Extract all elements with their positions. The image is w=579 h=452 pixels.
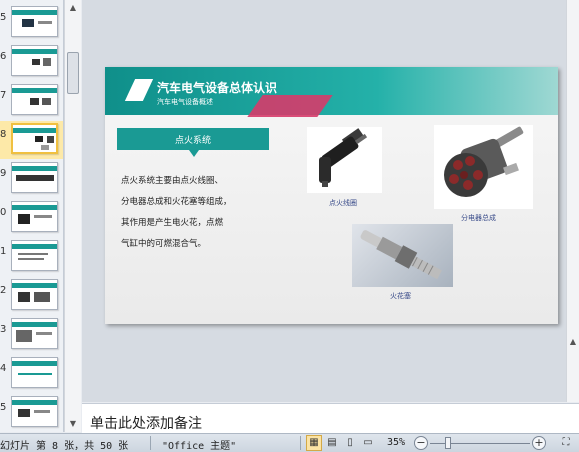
spark-plug-image[interactable] <box>352 224 453 287</box>
body-line: 气缸中的可燃混合气。 <box>121 239 207 249</box>
thumbnail-image <box>11 45 58 76</box>
scroll-up-icon[interactable]: ▲ <box>67 2 79 14</box>
slide-subtitle[interactable]: 汽车电气设备概述 <box>157 97 213 107</box>
thumbnail-slide-10[interactable]: 0 <box>0 199 63 237</box>
thumbnail-number: 7 <box>0 90 7 101</box>
thumbnail-image <box>11 6 58 37</box>
status-bar: 幻灯片 第 8 张，共 50 张 "Office 主题" ▦ ▤ ▯ ▭ 35%… <box>0 433 579 452</box>
thumbnail-image <box>11 123 58 154</box>
fit-to-window-icon[interactable]: ⛶ <box>558 435 574 451</box>
thumbnail-slide-6[interactable]: 6 <box>0 43 63 81</box>
ignition-coil-image[interactable] <box>307 127 382 193</box>
section-pointer-shape <box>189 150 199 157</box>
thumbnail-image <box>11 201 58 232</box>
thumbnail-number: 5 <box>0 402 7 413</box>
notes-pane[interactable]: 单击此处添加备注 <box>82 403 579 433</box>
thumbnail-image <box>11 240 58 271</box>
ignition-coil-caption: 点火线圈 <box>329 199 357 207</box>
slide-thumbnail-pane: 5 6 7 8 9 0 1 2 3 4 5 <box>0 0 64 432</box>
thumbnail-slide-14[interactable]: 4 <box>0 355 63 393</box>
thumbnail-number: 4 <box>0 363 7 374</box>
status-divider <box>150 436 151 450</box>
zoom-in-icon[interactable]: + <box>532 436 546 450</box>
thumbnail-slide-12[interactable]: 2 <box>0 277 63 315</box>
thumbnail-slide-13[interactable]: 3 <box>0 316 63 354</box>
thumbnail-image <box>11 396 58 427</box>
section-label: 点火系统 <box>174 136 211 146</box>
section-header-box[interactable]: 点火系统 <box>117 128 269 150</box>
thumbnail-image <box>11 162 58 193</box>
thumbnail-image <box>11 318 58 349</box>
theme-name[interactable]: "Office 主题" <box>162 437 236 452</box>
reading-view-icon[interactable]: ▯ <box>342 435 358 451</box>
slide-sorter-icon[interactable]: ▤ <box>324 435 340 451</box>
thumbnail-slide-9[interactable]: 9 <box>0 160 63 198</box>
thumbnail-number: 0 <box>0 207 7 218</box>
zoom-level[interactable]: 35% <box>387 437 405 448</box>
thumbnail-number: 9 <box>0 168 7 179</box>
thumbnail-slide-11[interactable]: 1 <box>0 238 63 276</box>
body-line: 点火系统主要由点火线圈、 <box>121 176 224 186</box>
scrollbar-thumb[interactable] <box>67 52 79 94</box>
slide-show-icon[interactable]: ▭ <box>360 435 376 451</box>
spark-plug-caption: 火花塞 <box>390 292 411 300</box>
thumbnail-slide-5[interactable]: 5 <box>0 4 63 42</box>
editor-scrollbar[interactable]: ▲ <box>566 0 579 402</box>
thumbnail-number: 5 <box>0 12 7 23</box>
distributor-image[interactable] <box>434 125 533 209</box>
thumbnail-slide-8[interactable]: 8 <box>0 121 63 159</box>
thumbnail-number: 6 <box>0 51 7 62</box>
slide-body-text[interactable]: 点火系统主要由点火线圈、 分电器总成和火花塞等组成， 其作用是产生电火花，点燃 … <box>121 171 281 255</box>
distributor-caption: 分电器总成 <box>461 214 496 222</box>
slide-title[interactable]: 汽车电气设备总体认识 <box>157 79 277 96</box>
thumbnail-number: 2 <box>0 285 7 296</box>
notes-placeholder[interactable]: 单击此处添加备注 <box>90 413 202 433</box>
body-line: 分电器总成和火花塞等组成， <box>121 197 232 207</box>
body-line: 其作用是产生电火花，点燃 <box>121 218 224 228</box>
zoom-slider-thumb[interactable] <box>445 437 451 449</box>
thumbnail-slide-7[interactable]: 7 <box>0 82 63 120</box>
thumbnail-number: 8 <box>0 129 7 140</box>
scroll-down-icon[interactable]: ▼ <box>67 418 79 430</box>
thumbnail-slide-15[interactable]: 5 <box>0 394 63 432</box>
thumbnail-number: 3 <box>0 324 7 335</box>
status-divider <box>300 436 301 450</box>
slide-counter: 幻灯片 第 8 张，共 50 张 <box>0 441 129 452</box>
thumbnail-image <box>11 357 58 388</box>
thumbnail-scrollbar[interactable]: ▲ ▼ <box>64 0 81 432</box>
thumbnail-number: 1 <box>0 246 7 257</box>
thumbnail-image <box>11 84 58 115</box>
thumbnail-image <box>11 279 58 310</box>
slide-canvas[interactable]: 汽车电气设备总体认识 汽车电气设备概述 点火系统 点火系统主要由点火线圈、 分电… <box>105 67 558 324</box>
zoom-out-icon[interactable]: − <box>414 436 428 450</box>
normal-view-icon[interactable]: ▦ <box>306 435 322 451</box>
scroll-up-icon[interactable]: ▲ <box>567 336 579 348</box>
